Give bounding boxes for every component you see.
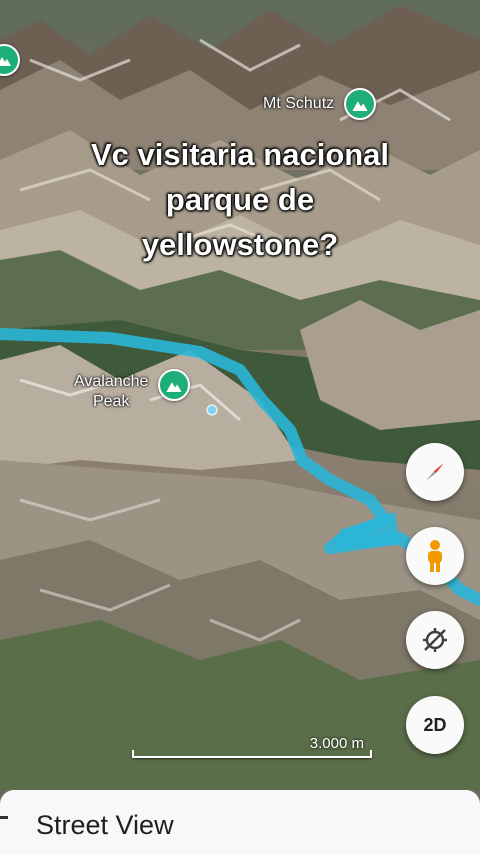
- status-fragment: [0, 0, 4, 4]
- poi-label-line2: Peak: [92, 393, 130, 410]
- poi-pin-partial[interactable]: [0, 44, 20, 76]
- video-caption: Vc visitaria nacional parque de yellowst…: [0, 132, 480, 267]
- tilt-toggle-button[interactable]: [406, 611, 464, 669]
- map-scale: 3.000 m: [132, 735, 372, 758]
- poi-label: Mt Schutz: [263, 95, 335, 112]
- poi-mt-schutz[interactable]: Mt Schutz: [263, 88, 377, 120]
- caption-line: parque de: [165, 182, 315, 217]
- pegman-icon: [428, 540, 442, 572]
- view-mode-2d-button[interactable]: 2D: [406, 696, 464, 754]
- caption-line: yellowstone?: [141, 227, 339, 262]
- tilt-toggle-icon: [423, 628, 447, 652]
- back-icon[interactable]: [0, 816, 8, 819]
- mountain-pin-icon: [158, 369, 191, 401]
- street-view-sheet[interactable]: Street View: [0, 790, 480, 854]
- compass-icon: [426, 463, 444, 481]
- poi-avalanche-peak[interactable]: Avalanche Peak: [74, 369, 191, 412]
- caption-line: Vc visitaria nacional: [90, 137, 390, 172]
- satellite-3d-map[interactable]: [0, 0, 480, 790]
- poi-label-line1: Avalanche: [74, 373, 149, 390]
- scale-bar: [132, 750, 372, 758]
- compass-button[interactable]: [406, 443, 464, 501]
- mountain-pin-icon: [0, 44, 20, 76]
- street-view-button[interactable]: [406, 527, 464, 585]
- mountain-pin-icon: [344, 88, 377, 120]
- sheet-title: Street View: [36, 810, 174, 840]
- terrain-view: [0, 0, 480, 790]
